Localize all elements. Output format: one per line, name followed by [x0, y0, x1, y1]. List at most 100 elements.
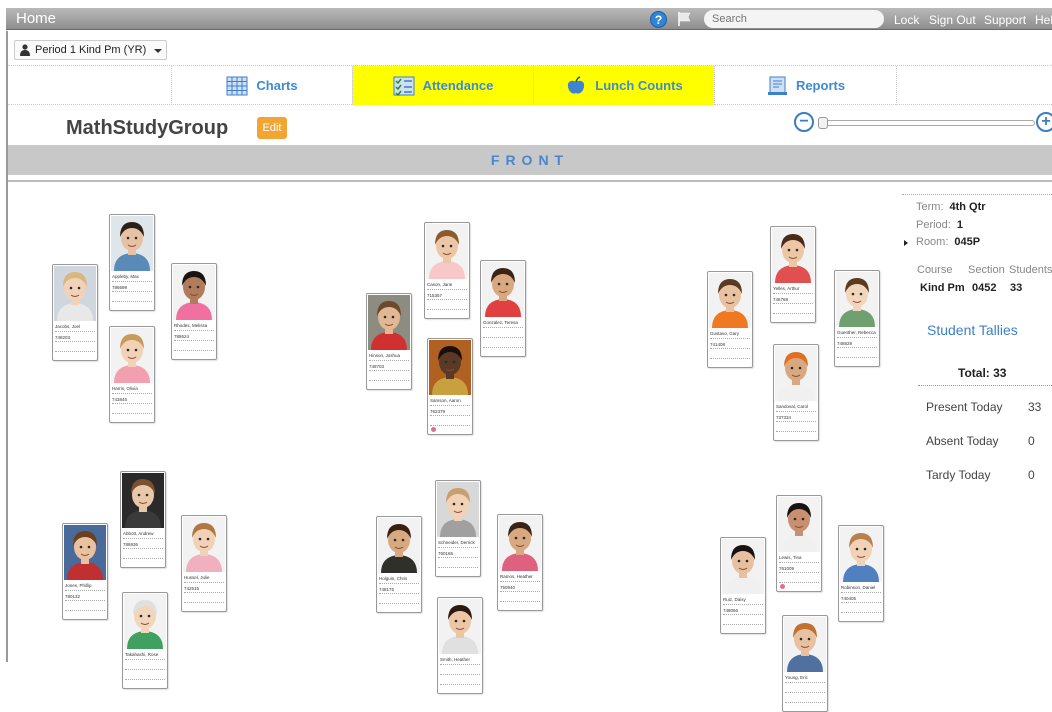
period-dropdown-value: Period 1 Kind Pm (YR) [35, 44, 147, 56]
term-row: Term: 4th Qtr [916, 201, 986, 213]
student-card[interactable]: Ramos, Heather 750940 [497, 514, 543, 611]
card-row [500, 593, 540, 602]
student-photo [368, 295, 410, 350]
section-header: Section [968, 264, 1005, 276]
student-card[interactable]: Ruiz, Daisy 748066 [720, 537, 766, 634]
card-row [723, 616, 763, 625]
card-row [438, 559, 478, 568]
student-card[interactable]: Rhodes, Melissa 788624 [171, 263, 217, 360]
student-photo [709, 273, 751, 328]
student-photo [111, 328, 153, 383]
student-id [483, 329, 523, 338]
zoom-slider[interactable] [820, 120, 1035, 126]
caret-right-icon[interactable] [904, 240, 908, 246]
class-info-panel: Term: 4th Qtr Period: 1 Room: 045P Course S… [902, 194, 1052, 494]
total-count: Total: 33 [958, 366, 1007, 380]
status-marker-icon [780, 584, 785, 589]
student-card[interactable]: Jacobs, Joel 748203 [52, 264, 98, 361]
student-card[interactable]: Young, Eric [782, 615, 828, 712]
zoom-slider-handle[interactable] [818, 117, 828, 129]
student-id: 741408 [710, 340, 750, 349]
student-id: 715357 [427, 291, 467, 300]
tab-charts[interactable]: Charts [171, 66, 352, 105]
student-id: 786699 [112, 283, 152, 292]
present-today-value: 33 [1028, 400, 1042, 414]
student-card[interactable]: Jones, Phillip 780132 [62, 523, 108, 620]
student-name: Jones, Phillip [65, 581, 105, 591]
student-id: 740405 [841, 594, 881, 603]
present-today-label: Present Today [926, 400, 1003, 414]
student-id: 750940 [500, 583, 540, 592]
students-value: 33 [1010, 282, 1023, 294]
student-card[interactable]: Yelles, Arthur 746768 [770, 226, 816, 323]
student-card[interactable]: Hussel, Julie 742515 [181, 515, 227, 612]
student-tallies-title: Student Tallies [927, 322, 1018, 338]
zoom-out-icon[interactable]: − [794, 112, 814, 132]
student-card[interactable]: Takahashi, Rose [122, 592, 168, 689]
student-card[interactable]: Hinson, Joshua 748703 [366, 293, 412, 390]
student-photo [482, 262, 524, 317]
tab-attendance[interactable]: Attendance [352, 66, 533, 105]
student-photo [183, 517, 225, 572]
home-link[interactable]: Home [16, 10, 56, 27]
student-card[interactable]: Gonzalez, Teresa [480, 260, 526, 357]
student-id [125, 661, 165, 670]
student-name: Jacobs, Joel [55, 322, 95, 332]
student-id: 786936 [123, 540, 163, 549]
help-link[interactable]: Help [1035, 13, 1052, 27]
student-card[interactable]: Sandoval, Carol 737334 [773, 344, 819, 441]
student-name: Guenther, Rebecca [837, 328, 877, 338]
student-photo [429, 340, 471, 395]
student-id: 748175 [379, 585, 419, 594]
student-card[interactable]: Gustavo, Gary 741408 [707, 271, 753, 368]
student-name: Gonzalez, Teresa [483, 318, 523, 328]
student-card[interactable]: Holguin, Chris 748175 [376, 516, 422, 613]
card-row [837, 349, 877, 358]
tardy-today-label: Tardy Today [926, 468, 991, 482]
support-link[interactable]: Support [984, 13, 1026, 27]
student-name: Schneider, Derrick [438, 538, 478, 548]
student-card[interactable]: Guenther, Rebecca 748829 [834, 270, 880, 367]
student-card[interactable]: Robinson, Daniel 740405 [838, 525, 884, 622]
student-card[interactable]: Lewis, Tina 761009 [776, 495, 822, 592]
card-row [379, 595, 419, 604]
front-label: FRONT [8, 145, 1052, 175]
grid-icon [226, 76, 248, 95]
card-row [773, 305, 813, 314]
tab-attendance-label: Attendance [422, 78, 494, 93]
student-card[interactable]: Samson, Aaron 762379 [427, 338, 473, 435]
period-dropdown[interactable]: Period 1 Kind Pm (YR) [14, 40, 167, 60]
student-photo [784, 617, 826, 672]
room-row: Room: 045P [916, 236, 981, 248]
search-input[interactable] [704, 10, 884, 28]
main-nav: Charts Attendance Lunch Counts Reports [8, 65, 1052, 105]
student-photo [775, 346, 817, 401]
sign-out-link[interactable]: Sign Out [929, 13, 976, 27]
status-marker-icon [431, 427, 436, 432]
divider [918, 385, 1052, 386]
card-row [112, 293, 152, 302]
card-row [184, 594, 224, 603]
student-id: 748829 [837, 339, 877, 348]
tab-lunch-counts[interactable]: Lunch Counts [533, 66, 714, 105]
student-card[interactable]: Schneider, Derrick 760165 [435, 480, 481, 577]
zoom-in-icon[interactable]: + [1036, 112, 1052, 132]
student-photo [722, 539, 764, 594]
student-card[interactable]: Cason, Jane 715357 [424, 222, 470, 319]
student-name: Sandoval, Carol [776, 402, 816, 412]
help-icon[interactable]: ? [650, 11, 667, 28]
student-photo [499, 516, 541, 571]
student-name: Rhodes, Melissa [174, 321, 214, 331]
student-card[interactable]: Smith, Heather [437, 597, 483, 694]
period-row: Period: 1 [916, 219, 963, 231]
lock-link[interactable]: Lock [894, 13, 919, 27]
student-id [440, 666, 480, 675]
edit-button[interactable]: Edit [257, 117, 287, 139]
student-name: Ruiz, Daisy [723, 595, 763, 605]
student-card[interactable]: Appleby, Max 786699 [109, 214, 155, 311]
flag-icon[interactable] [677, 11, 693, 27]
tab-reports[interactable]: Reports [714, 66, 897, 105]
student-card[interactable]: Abbott, Andrew 786936 [120, 471, 166, 568]
student-card[interactable]: Harris, Olivia 743845 [109, 326, 155, 423]
student-photo [173, 265, 215, 320]
